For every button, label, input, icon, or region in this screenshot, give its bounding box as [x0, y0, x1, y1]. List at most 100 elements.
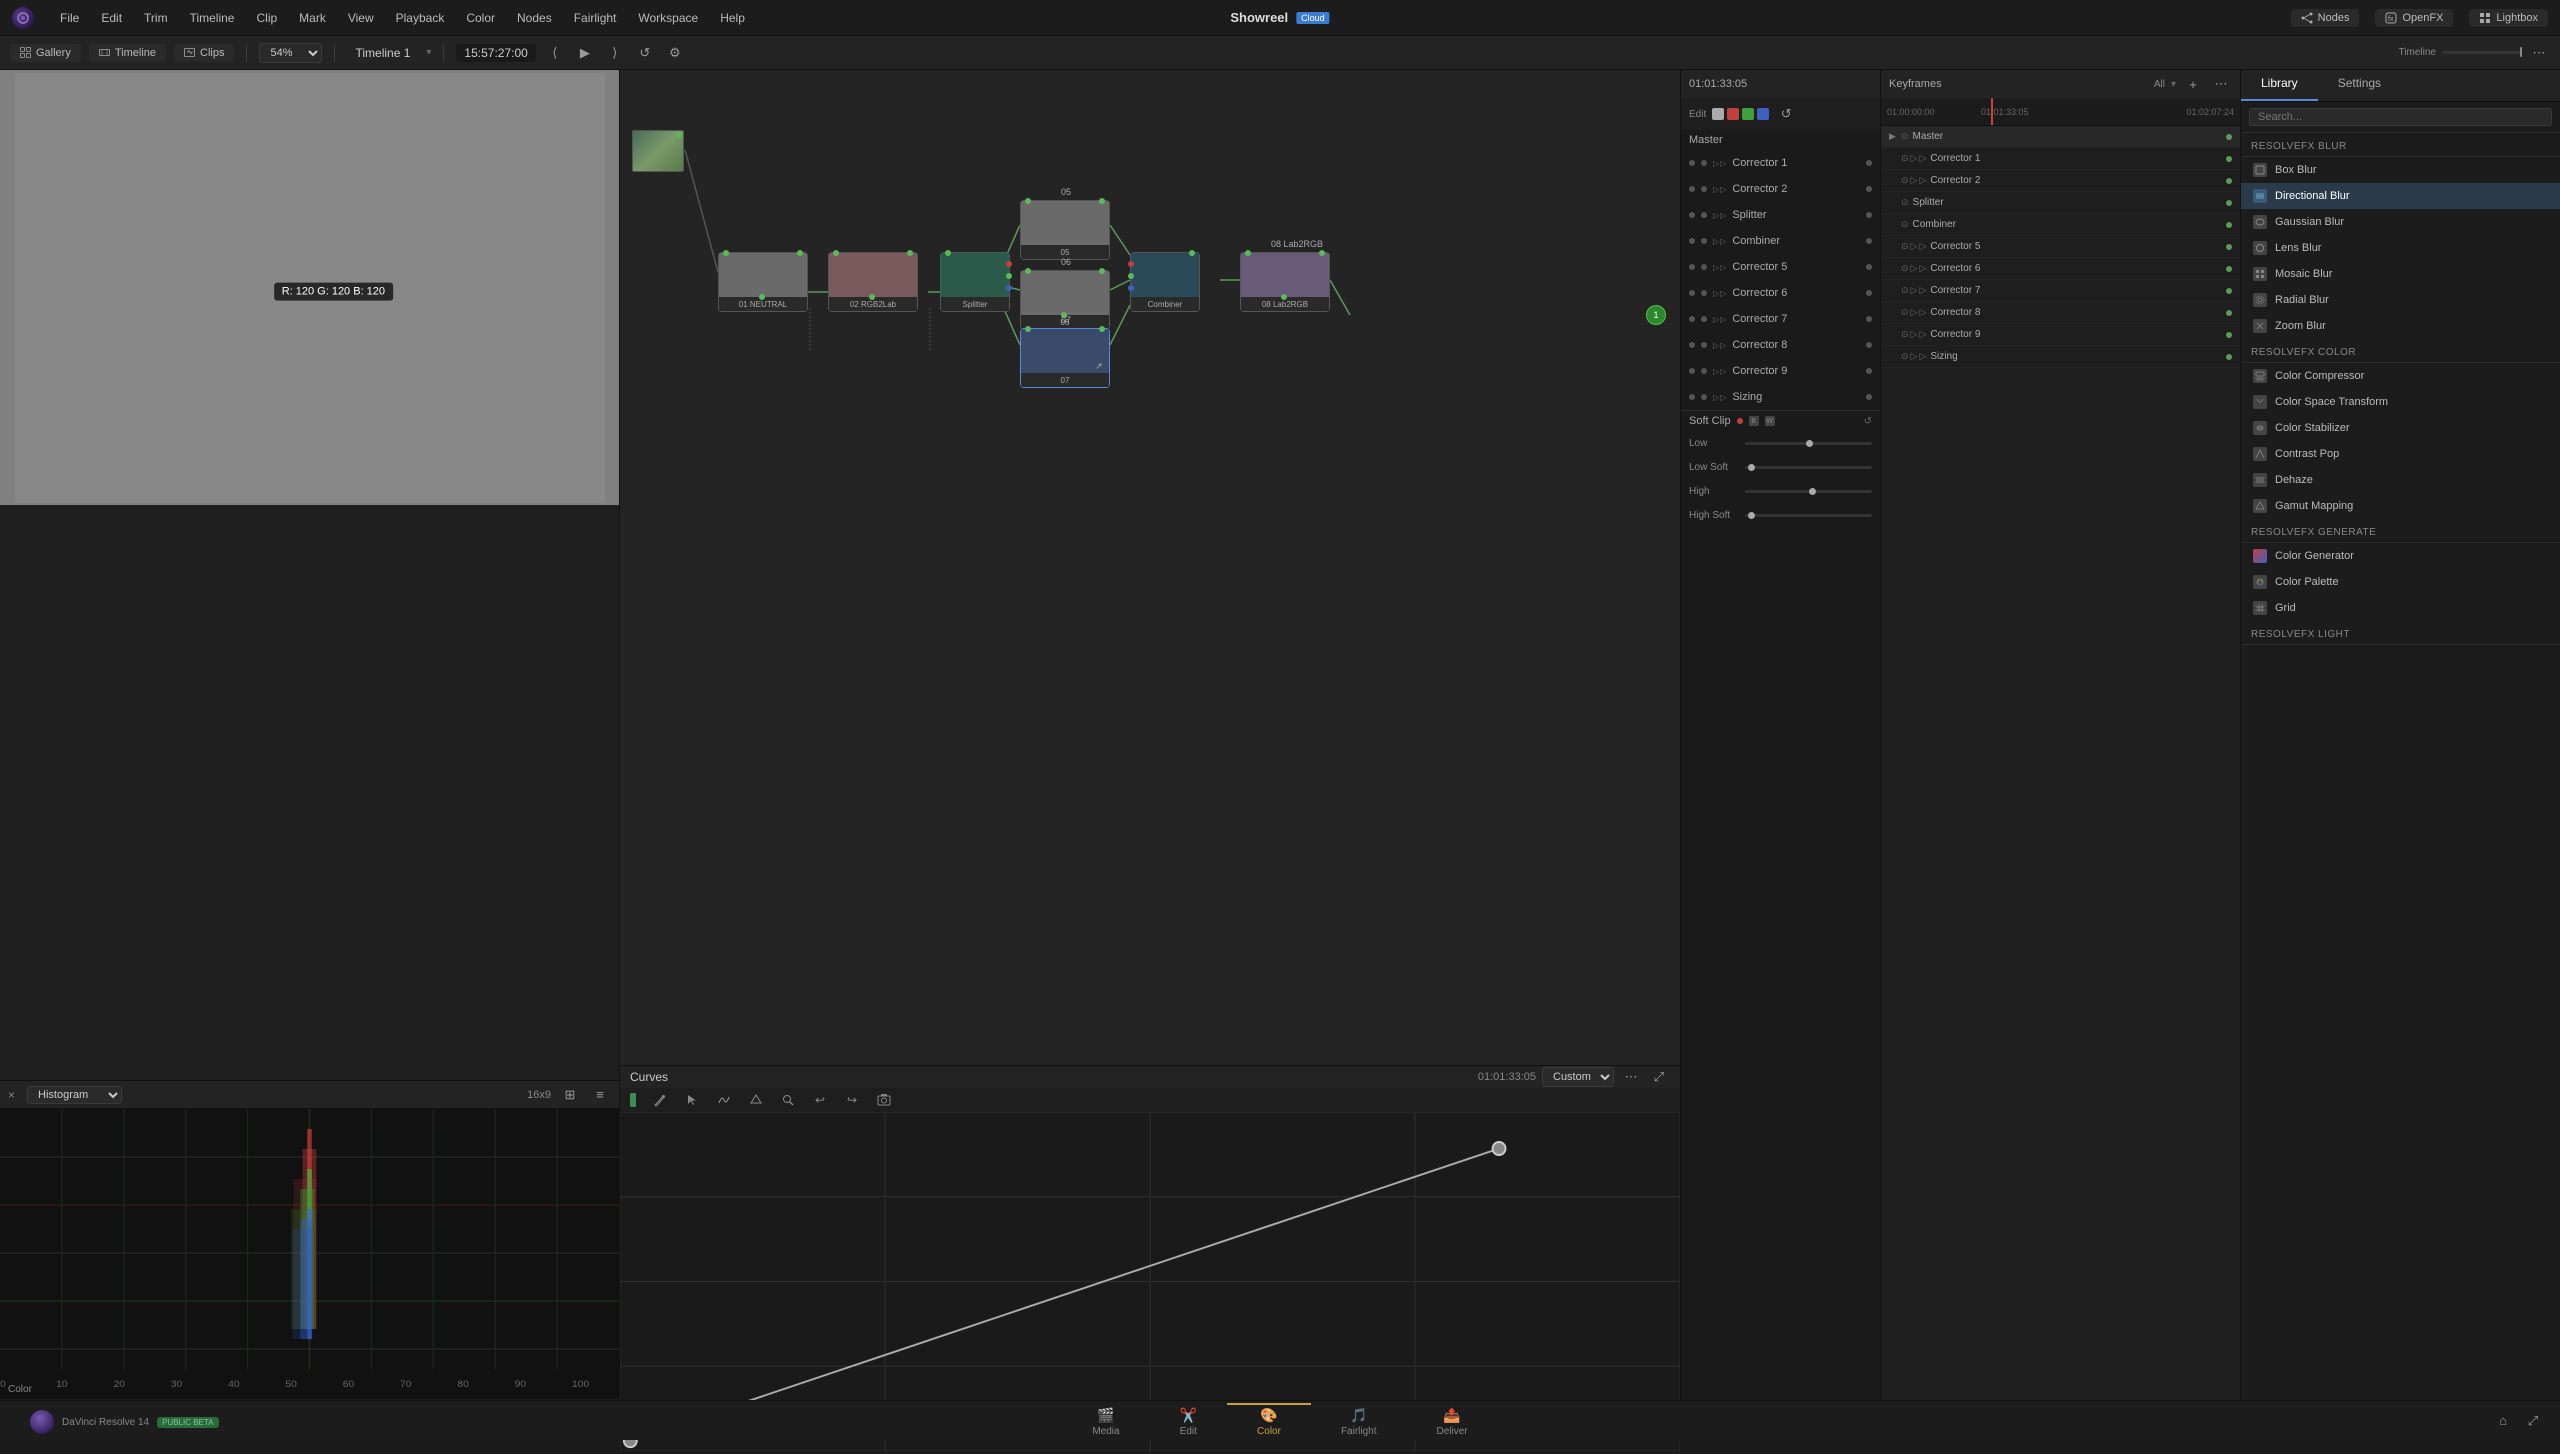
curve-undo-tool[interactable]: ↩	[808, 1088, 832, 1112]
menu-help[interactable]: Help	[710, 7, 755, 29]
timeline-dropdown-icon[interactable]: ▾	[426, 47, 431, 58]
channel-red-btn[interactable]	[1727, 108, 1739, 120]
sc-reset-btn[interactable]: ↺	[1864, 416, 1872, 427]
nodes-button[interactable]: Nodes	[2291, 9, 2360, 27]
scopes-type-selector[interactable]: Histogram Waveform Parade Vectorscope	[27, 1086, 122, 1104]
nav-item-fairlight[interactable]: 🎵 Fairlight	[1311, 1403, 1407, 1439]
menu-nodes[interactable]: Nodes	[507, 7, 562, 29]
tab-library[interactable]: Library	[2241, 70, 2318, 101]
sc-highsoft-slider[interactable]	[1745, 514, 1872, 517]
lib-item-color-palette[interactable]: Color Palette	[2241, 569, 2560, 595]
lib-item-gamut-mapping[interactable]: Gamut Mapping	[2241, 493, 2560, 519]
play-next-button[interactable]: ⟩	[604, 42, 626, 64]
play-prev-button[interactable]: ⟨	[544, 42, 566, 64]
param-icons-c1: ▷ ▷	[1713, 159, 1726, 168]
lib-item-color-generator[interactable]: Color Generator	[2241, 543, 2560, 569]
curve-controls: 01:01:33:05 Custom ⋯ ⤢	[1478, 1066, 1670, 1088]
loop-button[interactable]: ↺	[634, 42, 656, 64]
node-editor[interactable]: 1	[620, 70, 1680, 1065]
node-splitter[interactable]: Splitter	[940, 252, 1010, 312]
node-splitter-label: Splitter	[941, 297, 1009, 311]
sc-low-slider[interactable]	[1745, 442, 1872, 445]
sc-lowsoft-slider[interactable]	[1745, 466, 1872, 469]
node-combiner-label: Combiner	[1131, 297, 1199, 311]
node-05[interactable]: 05 05	[1020, 200, 1110, 260]
gallery-button[interactable]: Gallery	[10, 44, 81, 62]
channel-blue-btn[interactable]	[1757, 108, 1769, 120]
menu-clip[interactable]: Clip	[246, 7, 287, 29]
nav-item-edit[interactable]: ✂️ Edit	[1150, 1403, 1227, 1439]
scope-layout-icon[interactable]: ⊞	[559, 1084, 581, 1106]
lib-item-color-space-transform[interactable]: Color Space Transform	[2241, 389, 2560, 415]
channel-all-btn[interactable]	[1712, 108, 1724, 120]
sc-high-slider[interactable]	[1745, 490, 1872, 493]
lib-item-directional-blur[interactable]: Directional Blur	[2241, 183, 2560, 209]
lib-item-color-stabilizer[interactable]: Color Stabilizer	[2241, 415, 2560, 441]
play-indicator	[630, 1093, 636, 1107]
clips-button[interactable]: Clips	[174, 44, 234, 62]
timeline-settings-icon[interactable]: ⋯	[2528, 42, 2550, 64]
curve-anchor-top[interactable]	[1493, 1142, 1506, 1155]
lib-item-mosaic-blur[interactable]: Mosaic Blur	[2241, 261, 2560, 287]
nav-item-deliver[interactable]: 📤 Deliver	[1407, 1403, 1498, 1439]
timeline-button[interactable]: Timeline	[89, 44, 166, 62]
sc-btn-b[interactable]: B	[1749, 416, 1759, 426]
channel-green-btn[interactable]	[1742, 108, 1754, 120]
menu-file[interactable]: File	[50, 7, 89, 29]
scopes-close-button[interactable]: ×	[8, 1088, 15, 1102]
nav-fullscreen-btn[interactable]: ⤢	[2522, 1410, 2544, 1432]
settings-button[interactable]: ⚙	[664, 42, 686, 64]
curve-redo-tool[interactable]: ↪	[840, 1088, 864, 1112]
curve-zoom-tool[interactable]	[776, 1088, 800, 1112]
timeline-zoom-slider[interactable]	[2442, 51, 2522, 54]
curve-smooth-tool[interactable]	[712, 1088, 736, 1112]
menu-color[interactable]: Color	[456, 7, 505, 29]
node-01-neutral[interactable]: 01 NEUTRAL	[718, 252, 808, 312]
library-search-input[interactable]	[2249, 108, 2552, 126]
kf-add-btn[interactable]: +	[2182, 73, 2204, 95]
curves-options-btn[interactable]: ⋯	[1620, 1066, 1642, 1088]
lib-item-contrast-pop[interactable]: Contrast Pop	[2241, 441, 2560, 467]
node-07[interactable]: 07 ↗ 07	[1020, 328, 1110, 388]
lib-item-grid[interactable]: Grid	[2241, 595, 2560, 621]
lib-item-dehaze[interactable]: Dehaze	[2241, 467, 2560, 493]
menu-view[interactable]: View	[338, 7, 384, 29]
nav-item-color[interactable]: 🎨 Color	[1227, 1403, 1311, 1439]
lib-item-zoom-blur[interactable]: Zoom Blur	[2241, 313, 2560, 339]
lib-item-color-generator-label: Color Generator	[2275, 550, 2354, 562]
nav-home-btn[interactable]: ⌂	[2492, 1410, 2514, 1432]
menu-edit[interactable]: Edit	[91, 7, 132, 29]
lib-item-color-compressor[interactable]: Color Compressor	[2241, 363, 2560, 389]
nav-item-media[interactable]: 🎬 Media	[1062, 1403, 1149, 1439]
lightbox-button[interactable]: Lightbox	[2469, 9, 2548, 27]
node-02-rgb2lab[interactable]: 02 RGB2Lab	[828, 252, 918, 312]
node-08-lab2rgb[interactable]: 08 Lab2RGB 08 Lab2RGB	[1240, 252, 1330, 312]
lib-item-box-blur[interactable]: Box Blur	[2241, 157, 2560, 183]
curve-pen-tool[interactable]	[648, 1088, 672, 1112]
menu-workspace[interactable]: Workspace	[628, 7, 708, 29]
curves-expand-btn[interactable]: ⤢	[1648, 1066, 1670, 1088]
kf-name-c7: Corrector 7	[1930, 285, 2222, 296]
lib-item-radial-blur[interactable]: Radial Blur	[2241, 287, 2560, 313]
curve-screenshot-tool[interactable]	[872, 1088, 896, 1112]
color-reset-btn[interactable]: ↺	[1775, 103, 1797, 125]
menu-fairlight[interactable]: Fairlight	[564, 7, 627, 29]
zoom-selector[interactable]: 54% 100% 75%	[259, 43, 322, 63]
lib-item-lens-blur[interactable]: Lens Blur	[2241, 235, 2560, 261]
node-combiner[interactable]: Combiner	[1130, 252, 1200, 312]
curves-mode-selector[interactable]: Custom	[1542, 1067, 1614, 1087]
curve-shape-tool[interactable]	[744, 1088, 768, 1112]
menu-trim[interactable]: Trim	[134, 7, 178, 29]
menu-mark[interactable]: Mark	[289, 7, 336, 29]
play-button[interactable]: ▶	[574, 42, 596, 64]
lib-item-gaussian-blur[interactable]: Gaussian Blur	[2241, 209, 2560, 235]
kf-options-btn[interactable]: ⋯	[2210, 73, 2232, 95]
menu-timeline[interactable]: Timeline	[180, 7, 245, 29]
tab-settings[interactable]: Settings	[2318, 70, 2401, 101]
scope-settings-icon[interactable]: ≡	[589, 1084, 611, 1106]
curve-select-tool[interactable]	[680, 1088, 704, 1112]
menu-playback[interactable]: Playback	[386, 7, 455, 29]
openfx-button[interactable]: fx OpenFX	[2375, 9, 2453, 27]
sc-btn-w[interactable]: W	[1765, 416, 1775, 426]
param-icons-c5: ▷ ▷	[1713, 263, 1726, 272]
